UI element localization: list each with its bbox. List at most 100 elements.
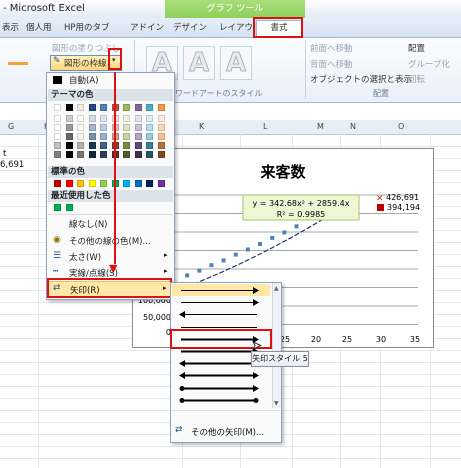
color-swatch[interactable] <box>77 180 84 187</box>
color-swatch[interactable] <box>77 142 84 149</box>
menu-item-no-line[interactable]: 線なし(N) <box>69 218 108 230</box>
color-swatch[interactable] <box>134 133 142 140</box>
color-swatch[interactable] <box>146 104 153 111</box>
wordart-style-2[interactable]: A <box>183 46 215 80</box>
tab-design[interactable]: デザイン <box>173 21 207 35</box>
data-point[interactable] <box>270 235 275 240</box>
data-point[interactable] <box>185 273 190 278</box>
color-swatch[interactable] <box>157 180 165 187</box>
color-swatch[interactable] <box>123 104 130 111</box>
color-swatch[interactable] <box>65 142 73 149</box>
color-swatch[interactable] <box>65 151 73 158</box>
color-swatch[interactable] <box>123 151 130 158</box>
align-button[interactable]: 配置 <box>408 42 425 54</box>
color-swatch[interactable] <box>65 133 73 140</box>
color-swatch[interactable] <box>134 151 142 158</box>
color-swatch[interactable] <box>146 151 153 158</box>
color-swatch[interactable] <box>54 104 61 111</box>
color-swatch[interactable] <box>100 104 107 111</box>
menu-item-more-colors[interactable]: その他の線の色(M)... <box>69 235 151 247</box>
color-swatch[interactable] <box>134 142 142 149</box>
scroll-up-icon[interactable]: ▲ <box>274 285 279 292</box>
color-swatch[interactable] <box>157 151 165 158</box>
color-swatch[interactable] <box>100 142 107 149</box>
color-swatch[interactable] <box>100 124 107 131</box>
data-point[interactable] <box>197 268 202 273</box>
color-swatch[interactable] <box>88 124 96 131</box>
color-swatch[interactable] <box>123 133 130 140</box>
arrow-style-3[interactable] <box>177 309 261 320</box>
data-point[interactable] <box>294 224 299 229</box>
color-swatch[interactable] <box>134 104 142 111</box>
color-swatch[interactable] <box>146 133 153 140</box>
arrow-style-8[interactable] <box>177 370 261 381</box>
color-swatch[interactable] <box>54 115 61 122</box>
col-header-g[interactable]: G <box>8 122 14 131</box>
color-swatch[interactable] <box>134 180 142 187</box>
color-swatch[interactable] <box>77 151 84 158</box>
color-swatch[interactable] <box>65 115 73 122</box>
arrow-style-2[interactable] <box>177 297 261 308</box>
color-swatch[interactable] <box>88 115 96 122</box>
col-header-m[interactable]: M <box>317 122 324 131</box>
color-swatch[interactable] <box>146 115 153 122</box>
scrollbar[interactable]: ▲ ▼ <box>272 283 281 408</box>
color-swatch[interactable] <box>54 180 61 187</box>
color-swatch[interactable] <box>88 133 96 140</box>
color-swatch[interactable] <box>123 142 130 149</box>
tab-addins[interactable]: アドイン <box>130 21 164 35</box>
color-swatch[interactable] <box>54 133 61 140</box>
color-swatch[interactable] <box>146 142 153 149</box>
color-swatch[interactable] <box>65 204 73 211</box>
color-swatch[interactable] <box>77 124 84 131</box>
menu-item-auto[interactable]: 自動(A) <box>69 74 98 86</box>
arrow-style-7[interactable] <box>177 358 261 369</box>
color-swatch[interactable] <box>157 133 165 140</box>
data-point[interactable] <box>282 230 287 235</box>
color-swatch[interactable] <box>100 133 107 140</box>
data-point[interactable] <box>258 242 263 247</box>
data-point[interactable] <box>209 263 214 268</box>
color-swatch[interactable] <box>77 115 84 122</box>
color-swatch[interactable] <box>146 180 153 187</box>
color-swatch[interactable] <box>54 124 61 131</box>
color-swatch[interactable] <box>88 180 96 187</box>
cell-value[interactable]: 6,691 <box>0 160 24 170</box>
color-swatch[interactable] <box>100 180 107 187</box>
data-point[interactable] <box>245 247 250 252</box>
menu-item-more-arrows[interactable]: その他の矢印(M)... <box>191 426 264 438</box>
color-swatch[interactable] <box>157 124 165 131</box>
color-swatch[interactable] <box>100 115 107 122</box>
bring-forward-button[interactable]: 前面へ移動 <box>310 42 353 54</box>
color-swatch[interactable] <box>157 115 165 122</box>
color-swatch[interactable] <box>65 104 73 111</box>
tab-personal[interactable]: 個人用 <box>26 21 52 35</box>
scroll-down-icon[interactable]: ▼ <box>274 400 279 407</box>
color-swatch[interactable] <box>88 104 96 111</box>
group-button[interactable]: グループ化 <box>408 58 450 70</box>
menu-item-weight[interactable]: 太さ(W) <box>69 251 101 263</box>
color-swatch[interactable] <box>134 124 142 131</box>
arrow-style-10[interactable] <box>177 395 261 406</box>
tab-view[interactable]: 表示 <box>2 21 19 35</box>
col-header-l[interactable]: L <box>263 122 267 131</box>
cell-text[interactable]: t <box>3 149 6 159</box>
color-swatch[interactable] <box>65 180 73 187</box>
col-header-n[interactable]: N <box>350 122 356 131</box>
color-swatch[interactable] <box>54 151 61 158</box>
color-swatch[interactable] <box>134 115 142 122</box>
send-backward-button[interactable]: 背面へ移動 <box>310 58 353 70</box>
color-swatch[interactable] <box>65 124 73 131</box>
color-swatch[interactable] <box>157 104 165 111</box>
color-swatch[interactable] <box>146 124 153 131</box>
selection-pane-button[interactable]: オブジェクトの選択と表示 <box>310 73 412 85</box>
chevron-down-icon[interactable]: ▾ <box>112 56 116 64</box>
color-swatch[interactable] <box>88 142 96 149</box>
data-point[interactable] <box>221 258 226 263</box>
color-swatch[interactable] <box>100 151 107 158</box>
color-swatch[interactable] <box>157 142 165 149</box>
col-header-o[interactable]: O <box>398 122 404 131</box>
data-point[interactable] <box>233 252 238 257</box>
rotate-button[interactable]: 回転 <box>408 73 425 85</box>
color-swatch[interactable] <box>123 124 130 131</box>
